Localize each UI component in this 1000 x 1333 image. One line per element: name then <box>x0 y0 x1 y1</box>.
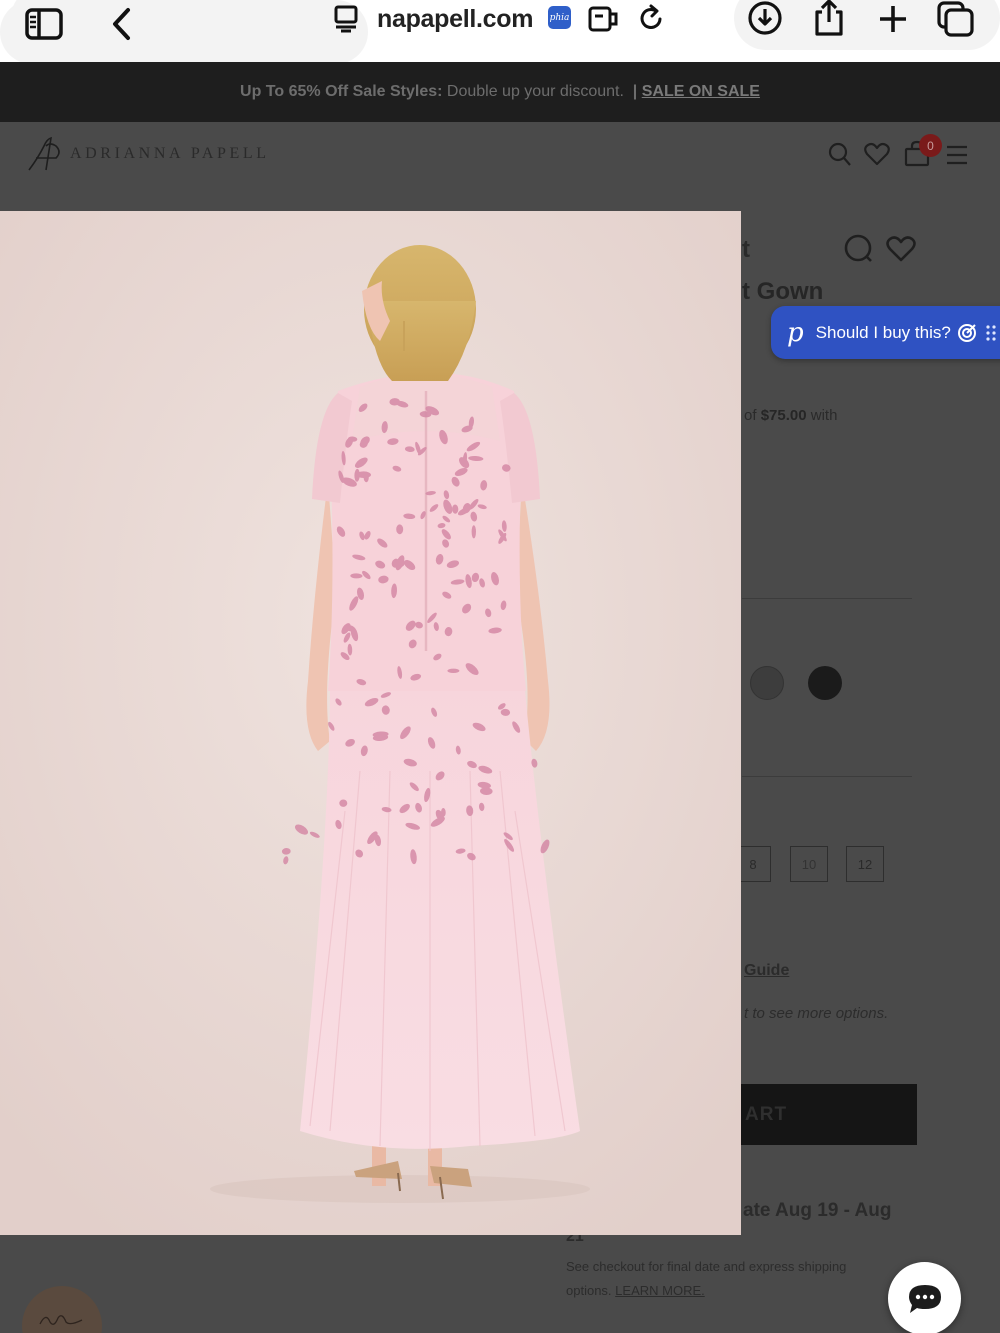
promo-separator: | <box>632 83 638 100</box>
bead-leaf <box>471 525 476 539</box>
search-icon[interactable] <box>827 140 853 168</box>
product-title-fragment-2: t Gown <box>742 278 824 305</box>
avatar-signature-icon <box>38 1310 84 1333</box>
promo-headline: Up To 65% Off Sale Styles: <box>240 83 443 100</box>
shipping-note: See checkout for final date and express … <box>566 1255 866 1303</box>
promo-banner: Up To 65% Off Sale Styles: Double up you… <box>0 62 1000 122</box>
live-chat-button[interactable] <box>888 1262 961 1333</box>
wishlist-heart-icon[interactable] <box>863 140 891 168</box>
price-prefix: of <box>744 407 761 424</box>
chat-dots-icon <box>908 1284 941 1313</box>
add-to-cart-button[interactable]: ART <box>741 1084 917 1145</box>
page-menu-icon[interactable] <box>333 5 361 33</box>
size-option-10[interactable]: 10 <box>790 846 828 882</box>
phia-prompt: Should I buy this? <box>815 322 951 342</box>
divider <box>742 776 912 777</box>
delivery-estimate: ate Aug 19 - Aug <box>743 1200 892 1221</box>
download-icon[interactable] <box>747 0 783 36</box>
size-option-12[interactable]: 12 <box>846 846 884 882</box>
learn-more-link[interactable]: LEARN MORE. <box>615 1283 705 1298</box>
shipping-note-text: See checkout for final date and express … <box>566 1259 847 1298</box>
chat-bubble-icon[interactable] <box>843 233 875 265</box>
phia-logo: p <box>787 317 804 348</box>
url-text[interactable]: napapell.com <box>377 5 533 34</box>
afterpay-price-text: of $75.00 with <box>744 407 837 424</box>
brand-logo-icon[interactable] <box>26 136 64 172</box>
extension-icon[interactable] <box>587 4 621 34</box>
product-title-fragment: t <box>742 236 750 263</box>
installment-price: $75.00 <box>760 407 807 424</box>
bead-leaf <box>447 668 460 673</box>
sale-on-sale-link[interactable]: SALE ON SALE <box>642 83 760 101</box>
new-tab-icon[interactable] <box>877 3 909 35</box>
tabs-icon[interactable] <box>936 0 976 38</box>
color-swatch[interactable] <box>750 666 784 700</box>
reload-icon[interactable] <box>637 3 667 33</box>
brand-name[interactable]: ADRIANNA PAPELL <box>70 145 270 163</box>
product-image-zoom[interactable] <box>0 211 741 1235</box>
hamburger-menu-icon[interactable] <box>945 144 969 166</box>
divider <box>742 598 912 599</box>
price-suffix: with <box>806 407 838 424</box>
drag-handle-icon[interactable] <box>985 323 997 343</box>
promo-text: Double up your discount. <box>446 83 624 100</box>
chevron-left-icon <box>113 8 130 40</box>
browser-toolbar: napapell.com phia <box>0 0 1000 64</box>
product-wishlist-heart-icon[interactable] <box>885 235 917 263</box>
color-swatch[interactable] <box>808 666 842 700</box>
size-guide-link[interactable]: Guide <box>744 962 789 980</box>
phia-should-i-buy-button[interactable]: p Should I buy this? <box>771 306 1000 359</box>
cart-count-badge: 0 <box>919 134 942 157</box>
sidebar-icon <box>25 8 63 40</box>
phia-extension-icon[interactable]: phia <box>548 6 571 29</box>
share-icon[interactable] <box>812 0 846 38</box>
options-hint: t to see more options. <box>744 1005 889 1022</box>
dress-photo <box>0 211 741 1235</box>
target-icon <box>957 323 976 342</box>
